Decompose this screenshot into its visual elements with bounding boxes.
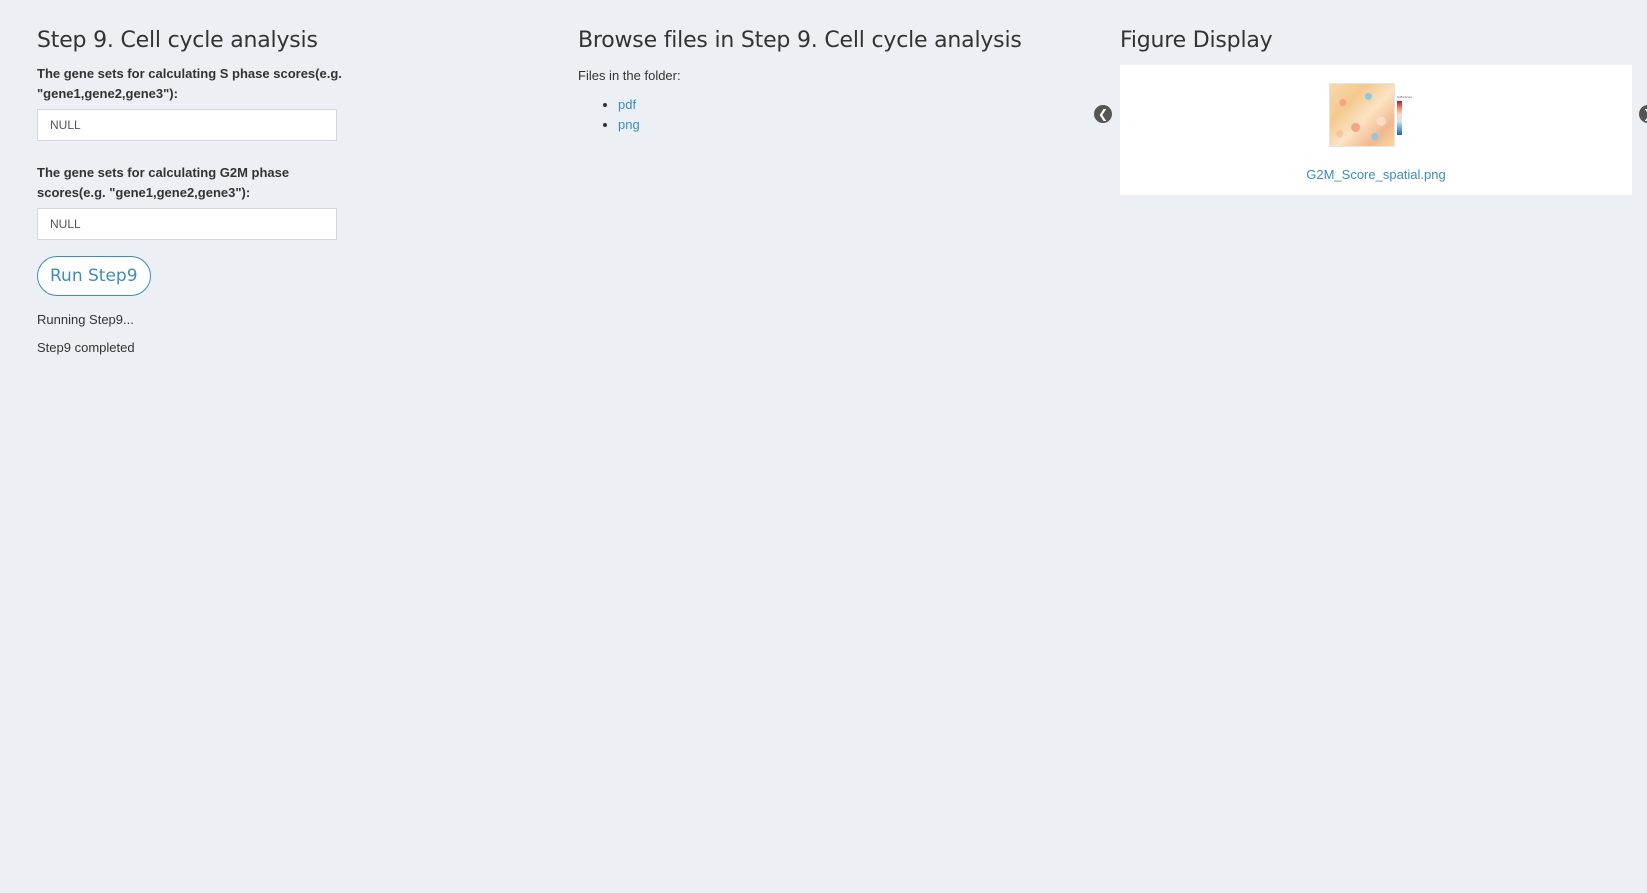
g2m-phase-genes-input[interactable] — [37, 208, 337, 240]
chevron-right-circle-icon[interactable]: ❯ — [1639, 105, 1647, 123]
file-browser-title: Browse files in Step 9. Cell cycle analy… — [578, 28, 1022, 53]
cell-cycle-panel: Step 9. Cell cycle analysis The gene set… — [37, 0, 507, 355]
chevron-left-circle-icon[interactable]: ❮ — [1094, 105, 1112, 123]
run-step9-button[interactable]: Run Step9 — [37, 256, 151, 296]
figure-caption: G2M_Score_spatial.png — [1120, 167, 1632, 182]
figure-carousel: ❮ G2M.Score G2M_Score_spatial.png ❯ — [1094, 65, 1647, 195]
page-title: Step 9. Cell cycle analysis — [37, 28, 318, 53]
status-completed: Step9 completed — [37, 340, 135, 355]
s-phase-genes-input[interactable] — [37, 109, 337, 141]
g2m-phase-genes-label: The gene sets for calculating G2M phase … — [37, 165, 290, 200]
files-label: Files in the folder: — [578, 68, 681, 83]
folder-link-png[interactable]: png — [618, 117, 640, 132]
figure-file-link[interactable]: G2M_Score_spatial.png — [1306, 167, 1445, 182]
list-item: png — [618, 115, 1048, 135]
folder-list: pdf png — [578, 95, 1048, 135]
s-phase-genes-label: The gene sets for calculating S phase sc… — [37, 66, 342, 101]
spatial-map-image — [1329, 83, 1395, 147]
color-legend-bar — [1397, 101, 1402, 135]
status-running: Running Step9... — [37, 312, 134, 327]
list-item: pdf — [618, 95, 1048, 115]
folder-link-pdf[interactable]: pdf — [618, 97, 636, 112]
figure-thumbnail[interactable]: G2M.Score — [1329, 83, 1421, 147]
file-browser-panel: Browse files in Step 9. Cell cycle analy… — [578, 0, 1048, 135]
figure-display-title: Figure Display — [1120, 28, 1273, 53]
thumbnail-legend-title: G2M.Score — [1397, 95, 1413, 99]
figure-display-panel: Figure Display ❮ G2M.Score G2M_Score_spa… — [1094, 0, 1647, 195]
